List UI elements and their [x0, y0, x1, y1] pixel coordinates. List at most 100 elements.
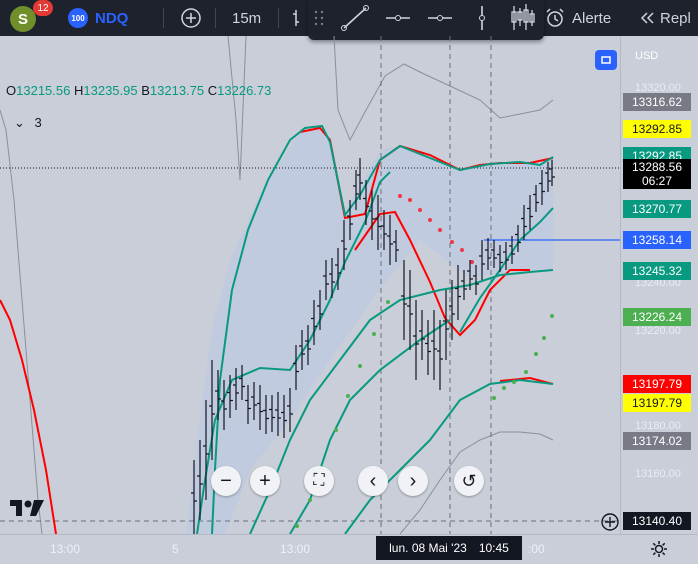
toolbar-divider — [163, 8, 164, 28]
sar-dot — [372, 332, 376, 336]
ohlc-bar — [431, 310, 437, 380]
drag-handle-icon[interactable] — [314, 10, 324, 26]
reset-chart-button[interactable]: ↺ — [454, 466, 484, 496]
high-value: 13235.95 — [83, 83, 138, 98]
compare-add-button[interactable] — [180, 0, 202, 36]
ohlc-bar — [455, 265, 461, 320]
sar-dot — [358, 364, 362, 368]
time-tick: :00 — [528, 542, 545, 556]
time-tick: 5 — [172, 542, 179, 556]
drawing-toolbar — [308, 0, 544, 40]
price-chart[interactable] — [0, 36, 620, 534]
scroll-right-button[interactable]: › — [398, 466, 428, 496]
envelope-upper-line — [227, 36, 247, 181]
chart-pane[interactable]: O13215.56 H13235.95 B13213.75 C13226.73 … — [0, 36, 620, 534]
time-tick: 13:00 — [280, 542, 311, 556]
price-label: 13226.24 — [623, 308, 691, 326]
zoom-out-button[interactable]: − — [211, 466, 241, 496]
zoom-in-button[interactable]: + — [250, 466, 280, 496]
price-label: 13245.32 — [623, 262, 691, 280]
bar-style-button[interactable] — [292, 0, 304, 36]
ohlc-bar — [437, 320, 443, 390]
add-plus-circle-icon[interactable] — [600, 512, 620, 532]
sar-dot — [418, 208, 422, 212]
sar-dot — [295, 524, 299, 528]
chevron-down-icon: ⌄ — [14, 115, 25, 130]
price-label: 13288.56 06:27 — [623, 159, 691, 189]
bar-chart-icon — [293, 10, 299, 26]
scroll-left-button[interactable]: ‹ — [358, 466, 388, 496]
envelope-upper-line-right — [333, 36, 554, 142]
ohlc-bar — [407, 270, 413, 350]
candles-icon[interactable] — [511, 4, 535, 30]
price-label-text: 13245.32 — [631, 264, 683, 278]
price-label: 13140.40 — [623, 512, 691, 530]
price-label-text: 13140.40 — [631, 514, 683, 528]
sar-dot — [450, 240, 454, 244]
open-value: 13215.56 — [16, 83, 71, 98]
sar-dot — [346, 394, 350, 398]
close-value: 13226.73 — [217, 83, 272, 98]
sar-dot — [534, 352, 538, 356]
crosshair-date: lun. 08 Mai '23 — [389, 541, 467, 555]
high-label: H — [73, 83, 84, 98]
close-label: C — [207, 83, 218, 98]
avatar-letter: S — [17, 10, 28, 28]
replay-button[interactable]: Repl — [638, 0, 691, 36]
price-label-text: 13258.14 — [631, 233, 683, 247]
replay-icon — [640, 12, 654, 24]
horizontal-ray-icon[interactable] — [428, 15, 452, 21]
currency-label: USD — [635, 50, 659, 62]
alarm-clock-icon — [546, 8, 564, 27]
user-avatar[interactable]: S — [10, 6, 36, 32]
time-tick: 13:00 — [50, 542, 81, 556]
price-label-text: 13292.85 — [631, 122, 683, 136]
price-label-text: 13226.24 — [631, 310, 683, 324]
interval-button[interactable]: 15m — [232, 0, 261, 36]
ohlc-bar — [413, 300, 419, 380]
price-label: 13197.79 — [623, 375, 691, 393]
price-label: 13316.62 — [623, 93, 691, 111]
ohlc-bar — [419, 310, 425, 360]
sar-dot — [334, 428, 338, 432]
trend-line-icon[interactable] — [341, 5, 369, 31]
reset-zoom-button[interactable]: ⛶ — [304, 466, 334, 496]
sar-dot — [398, 194, 402, 198]
sar-dot — [308, 498, 312, 502]
sar-dot — [502, 386, 506, 390]
tradingview-logo — [10, 498, 46, 524]
toolbar-divider — [278, 8, 279, 28]
indicators-toggle[interactable]: ⌄ 3 — [14, 115, 42, 131]
bar-countdown: 06:27 — [641, 174, 673, 188]
sar-dot — [386, 300, 390, 304]
sar-dot — [460, 248, 464, 252]
price-tick: 13220.00 — [635, 325, 681, 337]
settings-gear-icon[interactable] — [649, 539, 669, 559]
refresh-icon — [601, 56, 611, 64]
crosshair-time-label: lun. 08 Mai '23 10:45 — [376, 536, 522, 560]
replay-label: Repl — [660, 9, 691, 27]
alert-button[interactable]: Alerte — [544, 0, 611, 36]
horizontal-line-icon[interactable] — [386, 15, 410, 21]
symbol-logo-icon: 100 — [68, 8, 88, 28]
notification-badge: 12 — [33, 0, 53, 16]
alert-label: Alerte — [572, 9, 612, 27]
vertical-line-icon[interactable] — [479, 6, 485, 30]
auto-scale-button[interactable] — [595, 50, 617, 70]
band-green-bottom-right — [344, 378, 554, 534]
open-label: O — [6, 83, 17, 98]
sar-dot — [524, 370, 528, 374]
crosshair-time: 10:45 — [478, 541, 509, 555]
time-scale[interactable]: 13:00 5 13:00 :00 — [0, 534, 698, 564]
envelope-lower-line — [0, 109, 43, 534]
symbol-search-button[interactable]: NDQ — [95, 0, 128, 36]
sar-dot — [438, 228, 442, 232]
ohlc-legend: O13215.56 H13235.95 B13213.75 C13226.73 — [6, 83, 271, 98]
price-scale[interactable]: USD 13320.00 13240.00 13220.00 13180.00 … — [620, 36, 698, 534]
sar-dot — [408, 198, 412, 202]
price-label-text: 13270.77 — [631, 202, 683, 216]
price-label: 13174.02 — [623, 432, 691, 450]
price-label-text: 13197.79 — [631, 396, 683, 410]
sar-dot — [428, 218, 432, 222]
price-label-text: 13174.02 — [631, 434, 683, 448]
